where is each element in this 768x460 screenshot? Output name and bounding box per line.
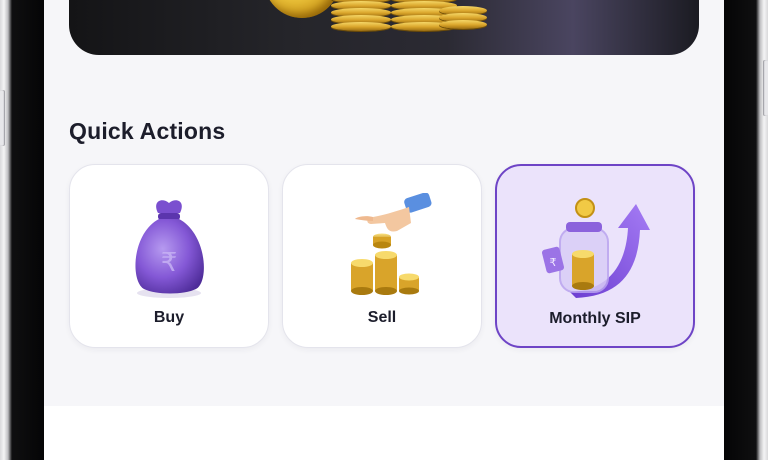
quick-actions-title: Quick Actions [69, 118, 226, 144]
phone-bezel-right [724, 0, 768, 460]
hand-coins-icon [327, 192, 437, 303]
phone-bezel-left [0, 0, 44, 460]
money-bag-icon: ₹ [114, 193, 224, 303]
buy-label: Buy [153, 309, 185, 326]
monthly-sip-action-card[interactable]: ₹ Monthly SIP [495, 164, 695, 348]
svg-text:₹: ₹ [550, 256, 557, 269]
svg-text:₹: ₹ [161, 248, 178, 278]
sell-action-card[interactable]: Sell [282, 164, 482, 348]
volume-button [0, 90, 5, 146]
jar-growth-icon: ₹ [540, 194, 650, 304]
buy-action-card[interactable]: ₹ Buy [69, 164, 269, 348]
gold-coin-icon [264, 0, 340, 18]
monthly-sip-label: Monthly SIP [549, 310, 641, 327]
sell-label: Sell [367, 309, 397, 326]
bottom-fade [44, 370, 724, 406]
power-button [763, 60, 768, 116]
coin-stack-icon [439, 6, 487, 29]
app-screen: Quick Actions ₹ Buy Sell ₹ Monthly SIP [44, 0, 724, 406]
coin-stack-icon [331, 0, 391, 31]
hero-banner[interactable] [69, 0, 699, 55]
